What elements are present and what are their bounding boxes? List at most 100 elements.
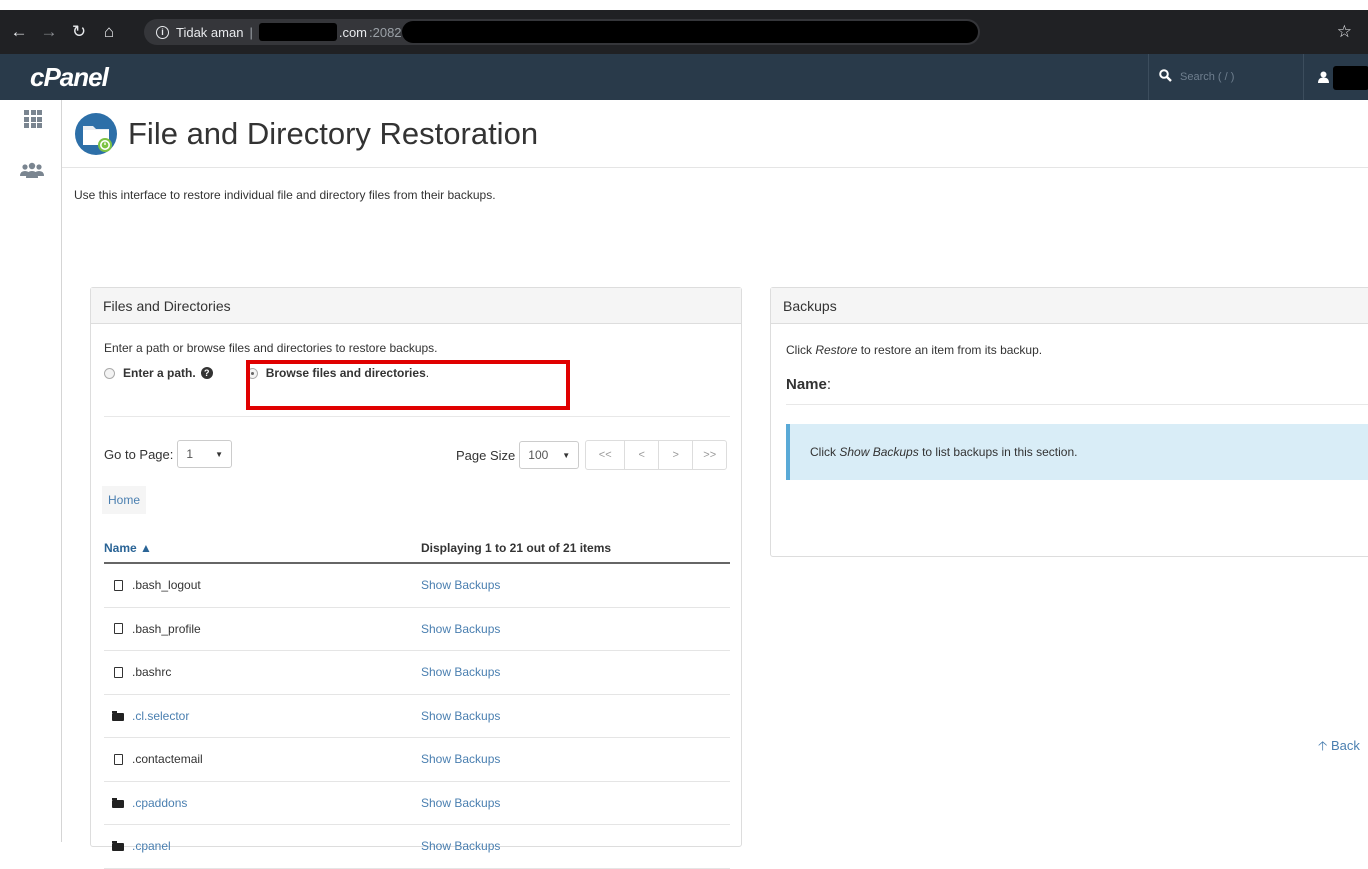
reload-icon[interactable]: ↻: [68, 21, 90, 43]
folder-icon: [104, 841, 132, 852]
page-size-label: Page Size: [456, 447, 516, 463]
files-panel-intro: Enter a path or browse files and directo…: [104, 341, 438, 355]
title-divider: [62, 167, 1368, 168]
page-size-select[interactable]: 100 ▼: [519, 441, 580, 469]
host-port: :2082: [369, 24, 402, 40]
table-row: .cpanel Show Backups: [104, 825, 730, 869]
folder-icon: [104, 710, 132, 721]
show-backups-link[interactable]: Show Backups: [421, 796, 500, 810]
enter-path-label[interactable]: Enter a path.: [123, 366, 196, 380]
name-colon: :: [826, 376, 832, 393]
page-title: File and Directory Restoration: [128, 116, 539, 151]
prev-page-button[interactable]: <: [624, 441, 658, 469]
backups-divider: [786, 404, 1368, 405]
sidebar: [0, 100, 62, 842]
first-page-button[interactable]: <<: [586, 441, 624, 469]
last-page-button[interactable]: >>: [692, 441, 726, 469]
name-label: Name: [786, 376, 827, 393]
row-folder-link[interactable]: .cl.selector: [132, 709, 189, 723]
info-emphasis: Show Backups: [839, 445, 919, 459]
address-bar[interactable]: i Tidak aman | .com :2082: [144, 19, 980, 45]
files-panel-title: Files and Directories: [91, 288, 741, 324]
go-to-page-value: 1: [186, 447, 194, 461]
row-name-cell: .cl.selector: [104, 709, 421, 723]
file-icon: [104, 753, 132, 765]
user-menu[interactable]: [1318, 66, 1368, 90]
top-strip: [0, 0, 1368, 10]
bookmark-star-icon[interactable]: ☆: [1337, 22, 1352, 42]
page-description: Use this interface to restore individual…: [74, 188, 496, 202]
row-name-cell: .bash_logout: [104, 578, 421, 592]
chevron-down-icon: ▼: [562, 450, 571, 460]
redacted-hostname: [258, 23, 337, 41]
show-backups-link[interactable]: Show Backups: [421, 839, 500, 853]
go-to-page-select[interactable]: 1 ▼: [177, 440, 232, 468]
search-placeholder: Search ( / ): [1180, 71, 1235, 83]
files-table: Name ▲ Displaying 1 to 21 out of 21 item…: [104, 534, 730, 869]
cpanel-logo[interactable]: cPanel: [30, 62, 109, 93]
row-name: .bash_logout: [132, 578, 201, 593]
show-backups-link[interactable]: Show Backups: [421, 665, 500, 679]
redacted-path: [401, 21, 978, 43]
page-header: File and Directory Restoration: [74, 112, 538, 156]
page-size-value: 100: [528, 448, 549, 462]
back-link-label: Back: [1330, 738, 1360, 753]
go-to-page-label: Go to Page:: [104, 446, 174, 462]
page-size-control: Page Size 100 ▼ << < > >>: [456, 440, 728, 470]
breadcrumb-home[interactable]: Home: [102, 486, 147, 514]
row-name-cell: .cpaddons: [104, 796, 421, 810]
files-directories-panel: Files and Directories Enter a path or br…: [90, 287, 742, 869]
intro-text-end: to restore an item from its backup.: [857, 343, 1043, 357]
chevron-down-icon: ▼: [215, 449, 223, 459]
pagination: << < > >>: [585, 440, 728, 470]
help-icon[interactable]: ?: [200, 367, 213, 379]
backups-info-alert: Click Show Backups to list backups in th…: [786, 424, 1368, 480]
table-row: .bashrc Show Backups: [104, 651, 730, 695]
show-backups-link[interactable]: Show Backups: [421, 752, 500, 766]
info-text-end: to list backups in this section.: [922, 445, 1078, 459]
browser-toolbar: ← → ↻ ⌂ i Tidak aman | .com :2082 ☆: [0, 10, 1368, 54]
arrow-up-icon: 🡡: [1318, 738, 1328, 753]
highlight-annotation: [246, 360, 570, 410]
cpanel-header: cPanel Search ( / ): [0, 54, 1368, 100]
host-suffix: .com: [338, 24, 367, 40]
user-icon: [1318, 71, 1329, 86]
folder-icon: [104, 797, 132, 808]
home-icon[interactable]: ⌂: [98, 21, 120, 43]
forward-arrow-icon[interactable]: →: [38, 21, 60, 43]
show-backups-link[interactable]: Show Backups: [421, 578, 500, 592]
options-divider: [104, 416, 730, 417]
row-name-cell: .cpanel: [104, 839, 421, 853]
table-header: Name ▲ Displaying 1 to 21 out of 21 item…: [104, 534, 730, 564]
intro-text: Click: [786, 343, 816, 357]
file-restore-icon: [74, 112, 118, 156]
name-column-header[interactable]: Name ▲: [104, 541, 421, 555]
display-count: Displaying 1 to 21 out of 21 items: [421, 541, 612, 555]
search-icon: [1159, 69, 1172, 85]
backups-panel-intro: Click Restore to restore an item from it…: [786, 343, 1042, 357]
show-backups-link[interactable]: Show Backups: [421, 709, 500, 723]
row-folder-link[interactable]: .cpaddons: [132, 796, 187, 810]
address-separator: |: [249, 24, 253, 40]
intro-emphasis: Restore: [815, 343, 858, 357]
file-icon: [104, 666, 132, 678]
selected-name: Name:: [786, 376, 831, 393]
redacted-username: [1333, 66, 1368, 90]
back-to-top-link[interactable]: 🡡 Back: [1318, 737, 1360, 759]
backups-panel-title: Backups: [771, 288, 1368, 324]
enter-path-radio[interactable]: [104, 367, 115, 379]
table-row: .cpaddons Show Backups: [104, 782, 730, 825]
search-box[interactable]: Search ( / ): [1148, 54, 1304, 100]
table-row: .contactemail Show Backups: [104, 738, 730, 782]
row-folder-link[interactable]: .cpanel: [132, 839, 171, 853]
file-icon: [104, 579, 132, 591]
info-text: Click: [810, 445, 836, 459]
row-name: .bash_profile: [132, 621, 201, 636]
users-icon[interactable]: [18, 162, 46, 180]
back-arrow-icon[interactable]: ←: [8, 21, 30, 43]
apps-grid-icon[interactable]: [24, 110, 42, 128]
security-indicator[interactable]: i Tidak aman: [156, 25, 243, 40]
next-page-button[interactable]: >: [658, 441, 692, 469]
show-backups-link[interactable]: Show Backups: [421, 622, 500, 636]
table-row: .bash_profile Show Backups: [104, 608, 730, 651]
